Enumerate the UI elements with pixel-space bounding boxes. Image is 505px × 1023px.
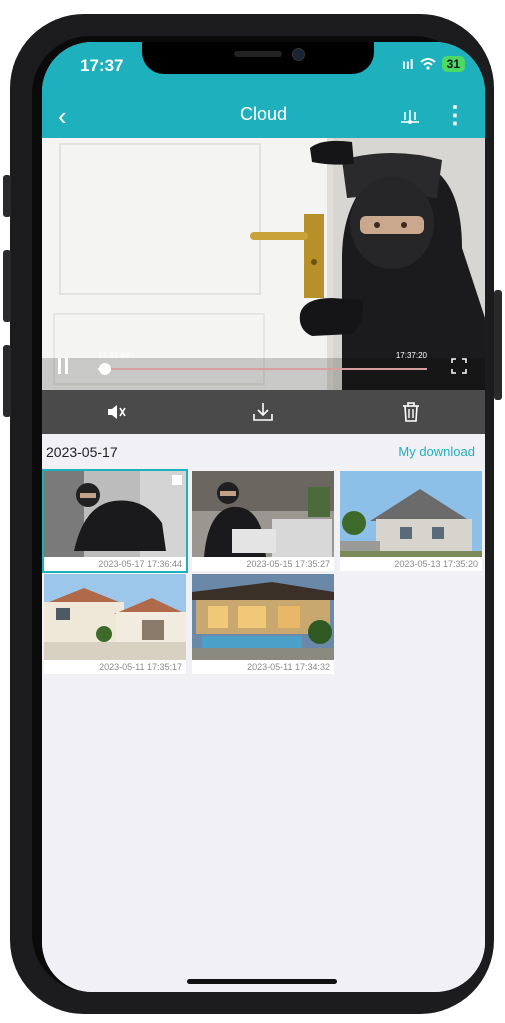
video-controls: 17:33:## 17:37:20 [42, 346, 485, 390]
my-download-link[interactable]: My download [398, 444, 475, 459]
volume-down-button [3, 345, 11, 417]
thumbnail-image [192, 574, 334, 660]
thumbnail-timestamp: 2023-05-17 17:36:44 [44, 557, 186, 571]
thumbnail-image [44, 471, 186, 557]
download-icon[interactable] [251, 400, 275, 424]
mute-icon[interactable] [104, 400, 128, 424]
more-options-icon[interactable]: ⋮ [443, 102, 467, 130]
wifi-icon [419, 58, 436, 70]
thumbnail-timestamp: 2023-05-13 17:35:20 [340, 557, 482, 571]
progress-track[interactable] [98, 363, 427, 375]
front-camera [292, 48, 305, 61]
earpiece [234, 51, 282, 57]
date-heading: 2023-05-17 [46, 444, 118, 460]
progress-knob[interactable] [98, 363, 111, 375]
notch [142, 42, 374, 74]
thumbnail-timestamp: 2023-05-11 17:35:17 [44, 660, 186, 674]
mute-switch [3, 175, 11, 217]
thumbnail-timestamp: 2023-05-11 17:34:32 [192, 660, 334, 674]
thumbnail-image [340, 471, 482, 557]
thumbnail-timestamp: 2023-05-15 17:35:27 [192, 557, 334, 571]
status-icons: ııl 31 [402, 56, 465, 72]
recording-thumbnail[interactable]: 2023-05-15 17:35:27 [192, 471, 334, 571]
fullscreen-icon[interactable] [451, 358, 467, 374]
home-indicator [187, 979, 337, 984]
filter-icon[interactable] [399, 106, 421, 128]
playback-time-start: 17:33:## [98, 351, 130, 360]
thumbnail-image [192, 471, 334, 557]
thumbnail-image [44, 574, 186, 660]
screen: 17:37 ııl 31 ‹ Cloud ⋮ 17:33:## 17:37:20… [42, 42, 485, 992]
trash-icon[interactable] [399, 400, 423, 424]
recording-thumbnail[interactable]: 2023-05-13 17:35:20 [340, 471, 482, 571]
recording-thumbnail[interactable]: 2023-05-17 17:36:44 [42, 469, 188, 573]
recording-thumbnail[interactable]: 2023-05-11 17:35:17 [44, 574, 186, 674]
recordings-list: 2023-05-17 My download 2023-05-17 17:36:… [42, 434, 485, 992]
recording-thumbnail[interactable]: 2023-05-11 17:34:32 [192, 574, 334, 674]
video-player[interactable]: 17:33:## 17:37:20 [42, 138, 485, 390]
nav-bar: ‹ Cloud ⋮ [42, 98, 485, 138]
pause-icon[interactable] [58, 358, 70, 374]
battery-icon: 31 [441, 56, 465, 72]
volume-up-button [3, 250, 11, 322]
status-time: 17:37 [80, 56, 124, 75]
playback-time-end: 17:37:20 [395, 351, 427, 360]
power-button [494, 290, 502, 400]
media-toolbar [42, 390, 485, 434]
signal-icon: ııl [401, 56, 414, 72]
